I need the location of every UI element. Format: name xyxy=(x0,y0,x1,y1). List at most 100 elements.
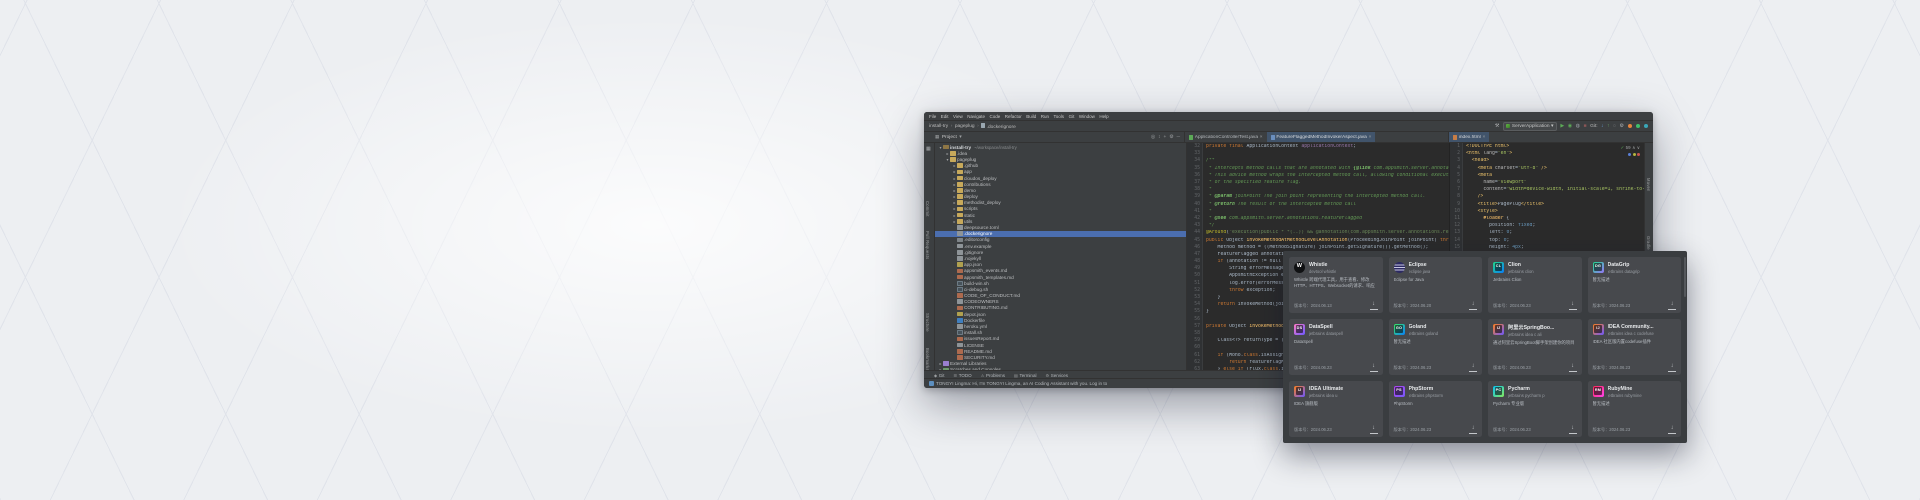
editor-tab[interactable]: index.html× xyxy=(1449,132,1489,142)
tool-stripe-item-maven[interactable]: Maven xyxy=(1646,178,1651,192)
tree-item-label: contributions xyxy=(964,182,991,187)
status-message[interactable]: TONGYI Lingma: Hi, I'm TONGYI Lingma, an… xyxy=(936,381,1107,386)
run-button[interactable]: ▶ xyxy=(1560,124,1564,129)
project-panel-header[interactable]: ▦ Project ▾ ◎ ↕ + ⚙ ─ xyxy=(924,132,1185,142)
menu-item-view[interactable]: View xyxy=(953,114,963,119)
editor-tab[interactable]: ApplicationControllerTest.java× xyxy=(1185,132,1267,142)
menu-item-refactor[interactable]: Refactor xyxy=(1005,114,1022,119)
plugin-card[interactable]: IJIDEA Ultimatejetbrains idea uIDEA 旗舰版版… xyxy=(1289,381,1383,437)
menu-item-run[interactable]: Run xyxy=(1041,114,1049,119)
plugin-status-icon[interactable] xyxy=(1636,124,1641,129)
search-icon[interactable]: ◌ xyxy=(1613,124,1616,129)
toolwindow-terminal[interactable]: ▤Terminal xyxy=(1014,373,1036,378)
download-icon[interactable]: ↓ xyxy=(1668,302,1676,310)
code-line: 40 * @return The result of the intercept… xyxy=(1187,201,1449,208)
build-hammer-icon[interactable]: ⚒ xyxy=(1495,124,1499,129)
plugin-card[interactable]: Eclipseeclipse javaEclipse for Java版本号：2… xyxy=(1389,257,1483,313)
tool-stripe-item-structure[interactable]: Structure xyxy=(925,313,930,332)
toolwindow-problems[interactable]: ⚠Problems xyxy=(981,373,1005,378)
inspections-widget[interactable]: ✓ 59 ∧ ∨ xyxy=(1620,145,1640,151)
plugin-card[interactable]: DGDataGripjetbrains datagrip暂无描述版本号：2024… xyxy=(1588,257,1682,313)
plugin-card[interactable]: WWhistledevtool whistleWhistle 跨端代理工具，用于… xyxy=(1289,257,1383,313)
tab-close-icon[interactable]: × xyxy=(1482,135,1485,140)
code-text: * Intercepts method calls that are annot… xyxy=(1203,166,1449,171)
stop-button[interactable]: ■ xyxy=(1584,124,1587,129)
store-scrollbar[interactable] xyxy=(1684,257,1686,297)
menu-item-file[interactable]: File xyxy=(929,114,936,119)
plugin-subtitle: jetbrains dataspell xyxy=(1309,331,1343,336)
plugin-card[interactable]: IJIDEA Community...jetbrains idea c code… xyxy=(1588,319,1682,375)
download-icon[interactable]: ↓ xyxy=(1370,364,1378,372)
breadcrumb-separator: › xyxy=(977,124,979,129)
download-icon[interactable]: ↓ xyxy=(1370,426,1378,434)
plugin-card[interactable]: IJ阿里云SpringBoo...jetbrains idea c ali通过阿… xyxy=(1488,319,1582,375)
menu-item-code[interactable]: Code xyxy=(989,114,1000,119)
breadcrumb-item[interactable]: install-try xyxy=(929,124,948,129)
menu-item-build[interactable]: Build xyxy=(1026,114,1036,119)
code-line: 10 <style> xyxy=(1450,208,1644,215)
run-configuration-select[interactable]: ServerApplication ▾ xyxy=(1503,122,1557,131)
plugin-title: DataGrip xyxy=(1608,262,1640,268)
menu-item-window[interactable]: Window xyxy=(1079,114,1095,119)
plugin-card[interactable]: GOGolandjetbrains goland暂无描述版本号：2024.06.… xyxy=(1389,319,1483,375)
git-update-icon[interactable]: ↓ xyxy=(1601,124,1604,129)
plugin-card[interactable]: CLClionjetbrains clionJetbrains Clion版本号… xyxy=(1488,257,1582,313)
code-text: <!DOCTYPE html> xyxy=(1463,144,1509,149)
expand-all-icon[interactable]: ↕ xyxy=(1158,135,1160,140)
menu-item-tools[interactable]: Tools xyxy=(1054,114,1065,119)
code-text: } xyxy=(1203,309,1209,314)
plugin-card[interactable]: DSDataSpelljetbrains dataspellDataSpell版… xyxy=(1289,319,1383,375)
prev-problem-icon[interactable]: ∧ xyxy=(1632,145,1635,151)
tool-stripe-item-gradle[interactable]: Gradle xyxy=(1646,236,1651,250)
menu-item-navigate[interactable]: Navigate xyxy=(967,114,985,119)
menu-item-help[interactable]: Help xyxy=(1099,114,1108,119)
tool-stripe-item-commit[interactable]: Commit xyxy=(925,201,930,217)
assistant-chat-icon[interactable] xyxy=(929,381,934,386)
toolwindow-services[interactable]: ⚙Services xyxy=(1045,373,1068,378)
plugin-card[interactable]: PSPhpStormjetbrains phpstormPhpStorm版本号：… xyxy=(1389,381,1483,437)
hide-panel-icon[interactable]: ─ xyxy=(1177,135,1180,140)
download-icon[interactable]: ↓ xyxy=(1569,364,1577,372)
code-text: */ xyxy=(1203,223,1215,228)
plugin-description: Pycharm 专业版 xyxy=(1493,401,1577,407)
git-label: Git: xyxy=(1590,124,1597,129)
toolwindow-git[interactable]: ◆Git xyxy=(934,373,945,378)
download-icon[interactable]: ↓ xyxy=(1469,426,1477,434)
plugin-title: Eclipse xyxy=(1409,262,1431,268)
tab-close-icon[interactable]: × xyxy=(1369,135,1372,140)
download-icon[interactable]: ↓ xyxy=(1668,426,1676,434)
download-icon[interactable]: ↓ xyxy=(1469,302,1477,310)
plugin-version: 版本号：2024.06.23 xyxy=(1493,365,1531,371)
file-icon xyxy=(957,299,963,304)
toolwindow-todo[interactable]: ☰TODO xyxy=(954,373,972,378)
git-push-icon[interactable]: ↑ xyxy=(1607,124,1610,129)
next-problem-icon[interactable]: ∨ xyxy=(1637,145,1640,151)
add-icon[interactable]: + xyxy=(1163,135,1166,140)
code-line: 36 * This advice method wraps the interc… xyxy=(1187,172,1449,179)
download-icon[interactable]: ↓ xyxy=(1668,364,1676,372)
plugin-card[interactable]: RMRubyMinejetbrains rubymine暂无描述版本号：2024… xyxy=(1588,381,1682,437)
panel-settings-icon[interactable]: ⚙ xyxy=(1169,135,1173,140)
breadcrumb-item[interactable]: pageplug xyxy=(955,124,975,129)
tool-stripe-item-pull-requests[interactable]: Pull Requests xyxy=(925,231,930,259)
plugin-card[interactable]: PCPycharmjetbrains pycharm pPycharm 专业版版… xyxy=(1488,381,1582,437)
avatar[interactable] xyxy=(1628,124,1633,129)
debug-button[interactable]: ◉ xyxy=(1568,124,1572,129)
download-icon[interactable]: ↓ xyxy=(1569,302,1577,310)
file-icon xyxy=(957,244,963,249)
menu-item-edit[interactable]: Edit xyxy=(941,114,949,119)
breadcrumb-item[interactable]: .dockerignore xyxy=(981,123,1016,130)
tool-stripe-item-bookmarks[interactable]: Bookmarks xyxy=(925,348,930,371)
tab-close-icon[interactable]: × xyxy=(1260,135,1263,140)
project-stripe-icon[interactable]: ▦ xyxy=(926,146,931,152)
locate-file-icon[interactable]: ◎ xyxy=(1151,135,1155,140)
settings-gear-icon[interactable]: ⚙ xyxy=(1620,124,1624,129)
profile-button[interactable]: ◍ xyxy=(1576,124,1580,129)
download-icon[interactable]: ↓ xyxy=(1370,302,1378,310)
plugin-description: DataSpell xyxy=(1294,339,1378,345)
download-icon[interactable]: ↓ xyxy=(1569,426,1577,434)
download-icon[interactable]: ↓ xyxy=(1469,364,1477,372)
menu-item-git[interactable]: Git xyxy=(1069,114,1075,119)
editor-tab[interactable]: FeatureFlaggedMethodInvokerAspect.java× xyxy=(1267,132,1376,142)
account-icon[interactable] xyxy=(1644,124,1649,129)
